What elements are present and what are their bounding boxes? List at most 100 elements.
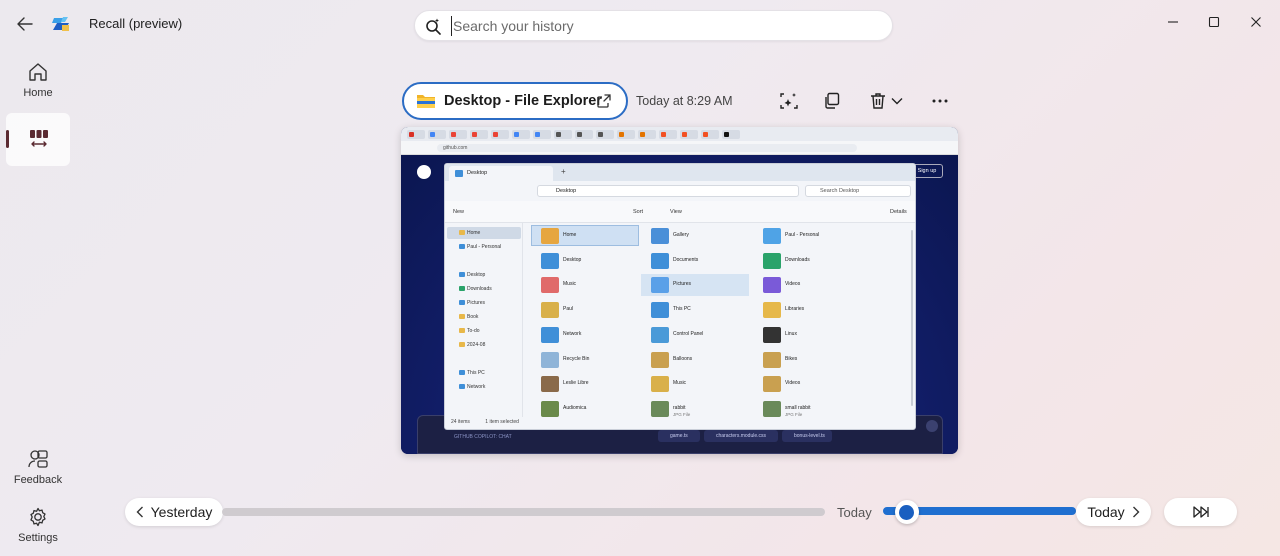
folder-icon — [417, 95, 435, 108]
nav-settings-label: Settings — [18, 532, 58, 544]
file-icon — [541, 351, 559, 368]
timeline-grid-icon — [29, 129, 49, 151]
explorer-sort: Sort — [633, 209, 644, 215]
nav-selected-indicator — [6, 130, 9, 148]
timeline-today-label: Today — [837, 505, 872, 520]
nav-feedback-label: Feedback — [13, 474, 63, 486]
search-box[interactable] — [414, 10, 893, 41]
explorer-item-name: Audiomica — [563, 404, 587, 411]
file-icon — [541, 228, 559, 244]
file-icon — [541, 326, 559, 343]
file-icon — [763, 252, 781, 269]
explorer-item-name: Libraries — [785, 306, 805, 313]
explorer-item-type: JPG File — [785, 411, 803, 417]
explorer-item-name: Downloads — [785, 256, 810, 263]
file-icon — [651, 228, 669, 244]
sidebar-item: Network — [459, 382, 485, 392]
browser-address-bar: github.com — [401, 141, 958, 155]
file-icon — [763, 351, 781, 368]
nav-settings[interactable]: Settings — [6, 506, 70, 544]
plus-icon: + — [561, 167, 566, 176]
explorer-new: New — [453, 209, 465, 215]
file-icon — [763, 277, 781, 294]
explorer-item-name: Control Panel — [673, 330, 704, 337]
explorer-item-name: Home — [563, 232, 577, 238]
snapshot-timestamp: Today at 8:29 AM — [636, 94, 733, 108]
file-icon — [541, 252, 559, 269]
snapshot-preview[interactable]: github.com Sign up GITHUB COPILOT: CHAT … — [401, 127, 958, 454]
file-icon — [651, 302, 669, 319]
github-file-tab: characters.module.css — [704, 430, 778, 442]
copy-button[interactable] — [820, 89, 844, 113]
file-icon — [651, 326, 669, 343]
jump-to-now-button[interactable] — [1164, 498, 1237, 526]
window-title: Desktop - File Explorer — [444, 93, 602, 109]
sidebar-item: Downloads — [459, 284, 492, 294]
nav-home[interactable]: Home — [6, 61, 70, 99]
close-button[interactable] — [1238, 8, 1274, 36]
next-day-label: Today — [1087, 504, 1125, 520]
explorer-item-name: Paul — [563, 306, 574, 313]
github-copilot-text: GITHUB COPILOT: CHAT — [454, 434, 512, 440]
file-icon — [763, 376, 781, 393]
explorer-item-name: Gallery — [673, 232, 689, 238]
github-file-tab: bonus-level.ts — [782, 430, 832, 442]
arrow-left-icon — [17, 17, 33, 31]
file-icon — [763, 228, 781, 244]
recall-logo-icon — [51, 14, 71, 34]
browser-tab-strip — [401, 127, 958, 141]
explorer-item-name: rabbit — [673, 404, 686, 411]
explorer-item-name: This PC — [673, 306, 691, 313]
app-title: Recall (preview) — [89, 16, 183, 31]
explorer-item-name: Music — [563, 281, 577, 288]
click-to-do-button[interactable] — [777, 89, 801, 113]
sidebar-item: This PC — [459, 368, 485, 378]
sidebar-item: 2024-08 — [459, 340, 485, 350]
file-icon — [541, 400, 559, 417]
next-day-button[interactable]: Today — [1076, 498, 1151, 526]
explorer-item-name: Documents — [673, 256, 699, 263]
back-button[interactable] — [12, 12, 38, 36]
file-icon — [763, 302, 781, 319]
browser-url: github.com — [437, 144, 857, 152]
copy-icon — [825, 92, 840, 109]
more-icon — [932, 99, 948, 103]
explorer-item-name: Paul - Personal — [785, 232, 820, 238]
sidebar-item: Home — [459, 228, 480, 238]
delete-button[interactable] — [866, 89, 906, 113]
open-window-icon[interactable] — [596, 93, 612, 109]
sidebar-item: To-do — [459, 326, 480, 336]
previous-day-button[interactable]: Yesterday — [125, 498, 223, 526]
explorer-search: Search Desktop — [805, 185, 911, 197]
explorer-item-name: Recycle Bin — [563, 355, 590, 362]
minimize-button[interactable] — [1155, 8, 1191, 36]
fast-forward-icon — [1192, 506, 1209, 518]
nav-feedback[interactable]: Feedback — [6, 448, 70, 486]
explorer-view: View — [670, 209, 682, 215]
search-input[interactable] — [451, 16, 881, 36]
more-options-button[interactable] — [928, 89, 952, 113]
explorer-path: Desktop — [537, 185, 799, 197]
explorer-item-type: JPG File — [673, 411, 691, 417]
explorer-item-name: Balloons — [673, 355, 693, 362]
explorer-item-name: Leslie Libre — [563, 380, 589, 387]
timeline-track[interactable] — [222, 508, 825, 516]
maximize-button[interactable] — [1196, 8, 1232, 36]
window-chip[interactable]: Desktop - File Explorer — [402, 82, 628, 120]
sidebar-item: Paul - Personal — [459, 242, 501, 252]
explorer-item-name: Network — [563, 330, 582, 337]
file-icon — [541, 376, 559, 393]
file-icon — [651, 376, 669, 393]
home-icon — [29, 63, 47, 81]
sidebar-item: Book — [459, 312, 478, 322]
maximize-icon — [1208, 16, 1220, 28]
file-icon — [541, 277, 559, 294]
explorer-selection-count: 1 item selected — [485, 419, 519, 425]
github-file-tab: game.ts — [658, 430, 700, 442]
timeline-slider-thumb[interactable] — [894, 500, 919, 524]
arrow-up-icon — [926, 420, 938, 432]
sidebar-item: Pictures — [459, 298, 485, 308]
gear-icon — [30, 507, 46, 527]
explorer-tab: Desktop — [449, 166, 553, 181]
nav-home-label: Home — [23, 87, 53, 99]
